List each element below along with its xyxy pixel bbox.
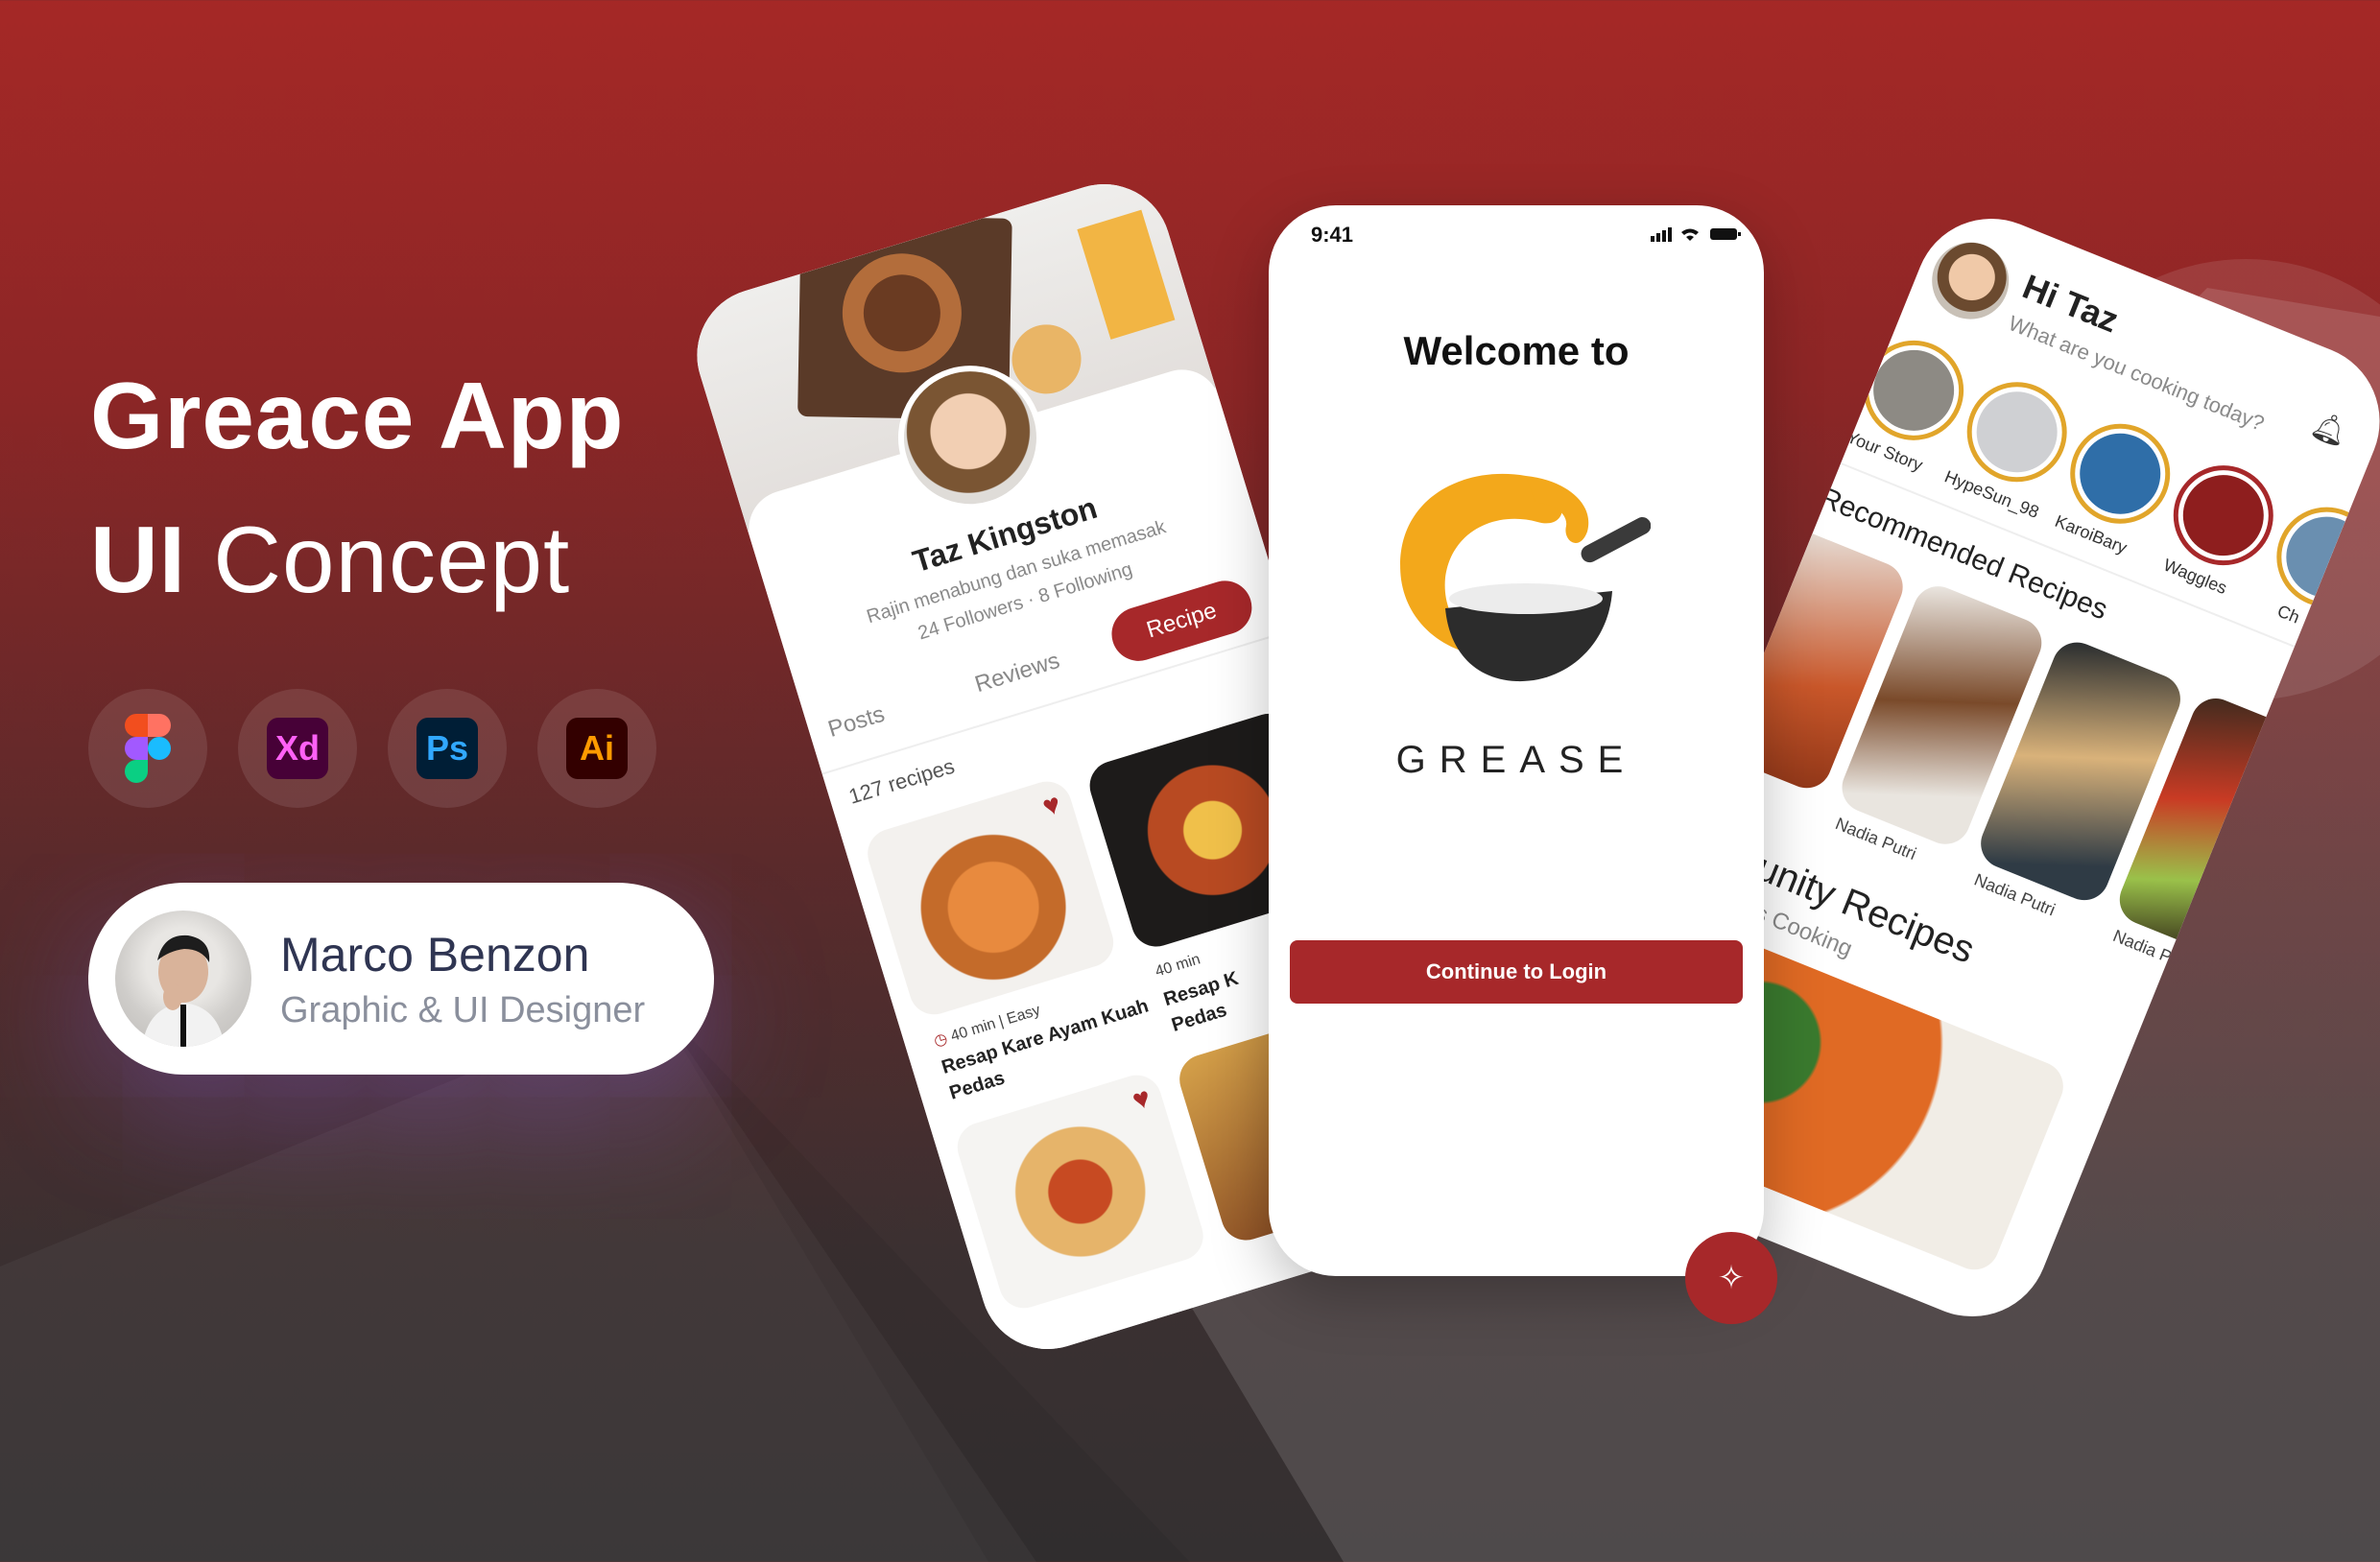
bell-icon[interactable]: 🔔︎ (2306, 407, 2353, 452)
grease-logo-icon (1400, 473, 1651, 682)
author-card: Marco Benzon Graphic & UI Designer (88, 883, 714, 1075)
chef-hat-icon[interactable]: ✧ (1685, 1232, 1777, 1324)
xd-icon: Xd (238, 689, 357, 808)
author-avatar (115, 911, 251, 1047)
ai-badge: Ai (566, 718, 628, 779)
welcome-heading: Welcome to (1403, 328, 1630, 373)
hero-title-line2-bold: UI (90, 507, 186, 612)
welcome-screen: 9:41 Welcome to GREASE Continue to Login (1269, 205, 1764, 1276)
ps-badge: Ps (416, 718, 478, 779)
heart-icon[interactable]: ♥ (1129, 1081, 1154, 1118)
photoshop-icon: Ps (388, 689, 507, 808)
status-time: 9:41 (1311, 223, 1354, 247)
home-avatar[interactable] (1920, 230, 2021, 331)
story-label-4: Ch (2274, 601, 2303, 627)
story-ch[interactable] (2261, 491, 2380, 623)
hero-title-line2-light: Concept (213, 507, 571, 612)
author-name: Marco Benzon (280, 927, 590, 982)
heart-icon[interactable]: ♥ (1039, 788, 1065, 824)
figma-icon (88, 689, 207, 808)
hero-title-line1: Greace App (90, 363, 625, 468)
brand-wordmark: GREASE (1395, 739, 1637, 781)
recommended-author-2: Nadia Putri (2109, 926, 2198, 976)
continue-to-login-button[interactable]: Continue to Login (1290, 940, 1743, 1004)
status-icons (1651, 227, 1741, 242)
illustrator-icon: Ai (537, 689, 656, 808)
author-role: Graphic & UI Designer (280, 989, 646, 1030)
xd-badge: Xd (267, 718, 328, 779)
hero-title: Greace App UI Concept (90, 343, 624, 631)
tool-icons: Xd Ps Ai (88, 689, 656, 808)
